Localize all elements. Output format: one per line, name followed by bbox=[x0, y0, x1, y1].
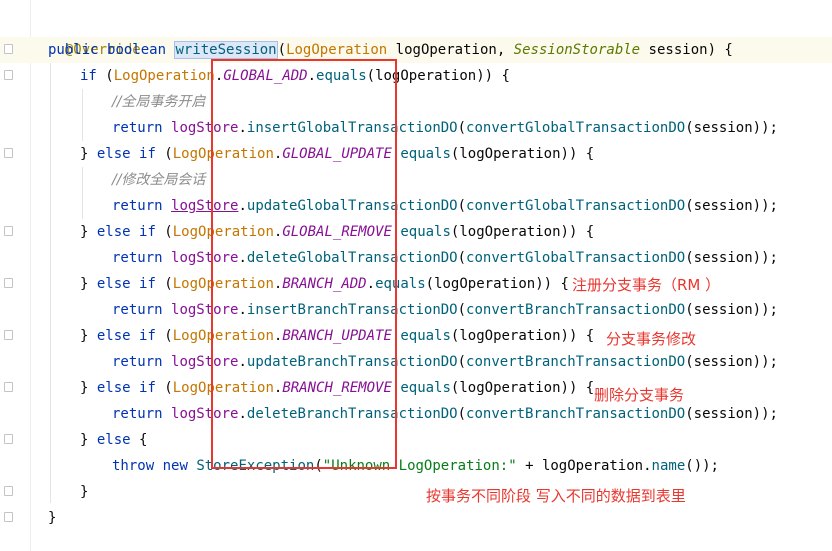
fold-icon[interactable] bbox=[4, 434, 13, 444]
call-token: convertBranchTransactionDO bbox=[466, 354, 686, 370]
var-token: session bbox=[693, 354, 753, 370]
fold-icon[interactable] bbox=[4, 148, 13, 158]
param-token: logOperation bbox=[395, 42, 497, 58]
fold-icon[interactable] bbox=[4, 226, 13, 236]
keyword-token: return bbox=[112, 354, 163, 370]
fold-icon[interactable] bbox=[4, 330, 13, 340]
code-line-comment[interactable]: //修改全局会话 bbox=[112, 167, 205, 193]
type-token: SessionStorable bbox=[513, 42, 641, 58]
keyword-token: new bbox=[162, 458, 188, 474]
var-token: session bbox=[693, 120, 753, 136]
var-token: logOperation bbox=[459, 224, 561, 240]
var-token: session bbox=[693, 250, 753, 266]
call-token: convertBranchTransactionDO bbox=[466, 302, 686, 318]
keyword-token: return bbox=[112, 406, 163, 422]
note-modify-branch: 分支事务修改 bbox=[606, 330, 697, 348]
fold-icon[interactable] bbox=[4, 512, 13, 522]
keyword-token: if bbox=[139, 146, 156, 162]
var-token: logOperation bbox=[459, 328, 561, 344]
call-token: equals bbox=[400, 224, 451, 240]
call-token: convertGlobalTransactionDO bbox=[466, 120, 686, 136]
fold-icon[interactable] bbox=[4, 382, 13, 392]
keyword-token: if bbox=[139, 276, 156, 292]
note-delete-branch: 删除分支事务 bbox=[594, 386, 685, 404]
keyword-token: public bbox=[48, 42, 99, 58]
keyword-token: else bbox=[96, 432, 131, 448]
gutter-divider bbox=[30, 0, 31, 551]
call-token: convertGlobalTransactionDO bbox=[466, 198, 686, 214]
keyword-token: if bbox=[139, 328, 156, 344]
keyword-token: return bbox=[112, 250, 163, 266]
keyword-token: else bbox=[96, 146, 131, 162]
var-token: session bbox=[693, 198, 753, 214]
fold-icon[interactable] bbox=[4, 278, 13, 288]
code-line-close-brace[interactable]: } bbox=[48, 505, 56, 531]
editor-gutter bbox=[0, 0, 30, 551]
code-line-throw[interactable]: throw new StoreException("Unknown LogOpe… bbox=[112, 453, 719, 479]
var-token: logOperation bbox=[459, 146, 561, 162]
fold-icon[interactable] bbox=[4, 70, 13, 80]
keyword-token: throw bbox=[112, 458, 155, 474]
comment-token: //全局事务开启 bbox=[112, 94, 206, 110]
var-token: logOperation bbox=[459, 380, 561, 396]
annotation-highlight-box bbox=[211, 59, 397, 469]
keyword-token: else bbox=[96, 380, 131, 396]
call-token: convertGlobalTransactionDO bbox=[466, 250, 686, 266]
indent-guide bbox=[82, 89, 83, 141]
keyword-token: boolean bbox=[107, 42, 167, 58]
call-token: name bbox=[651, 458, 686, 474]
fold-icon[interactable] bbox=[4, 486, 13, 496]
keyword-token: else bbox=[96, 328, 131, 344]
var-token: logOperation bbox=[434, 276, 536, 292]
note-register-branch: 注册分支事务（RM ） bbox=[572, 276, 721, 294]
code-line-else[interactable]: } else { bbox=[80, 427, 147, 453]
keyword-token: if bbox=[80, 68, 97, 84]
var-token: session bbox=[693, 406, 753, 422]
code-line-close-brace[interactable]: } bbox=[80, 479, 88, 505]
comment-token: //修改全局会话 bbox=[112, 172, 206, 188]
keyword-token: else bbox=[96, 276, 131, 292]
fold-icon[interactable] bbox=[4, 44, 13, 54]
call-token: equals bbox=[400, 328, 451, 344]
keyword-token: return bbox=[112, 198, 163, 214]
code-line-comment[interactable]: //全局事务开启 bbox=[112, 89, 205, 115]
code-line-annotation[interactable]: @Override bbox=[48, 11, 141, 58]
call-token: equals bbox=[400, 380, 451, 396]
keyword-token: return bbox=[112, 120, 163, 136]
call-token: equals bbox=[400, 146, 451, 162]
type-token: LogOperation bbox=[286, 42, 388, 58]
indent-guide bbox=[82, 167, 83, 219]
keyword-token: return bbox=[112, 302, 163, 318]
class-token: LogOperation bbox=[113, 68, 215, 84]
keyword-token: if bbox=[139, 380, 156, 396]
note-summary: 按事务不同阶段 写入不同的数据到表里 bbox=[426, 487, 686, 505]
method-name-token[interactable]: writeSession bbox=[174, 41, 278, 59]
call-token: convertBranchTransactionDO bbox=[466, 406, 686, 422]
var-token: session bbox=[693, 302, 753, 318]
var-token: logOperation bbox=[541, 458, 644, 474]
keyword-token: else bbox=[96, 224, 131, 240]
keyword-token: if bbox=[139, 224, 156, 240]
indent-guide bbox=[50, 63, 51, 503]
param-token: session bbox=[648, 42, 708, 58]
